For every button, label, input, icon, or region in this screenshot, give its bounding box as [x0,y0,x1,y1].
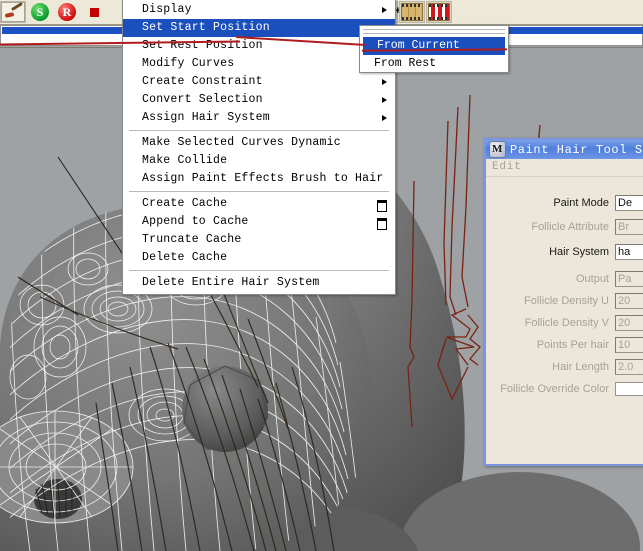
menu-item-delete-cache[interactable]: Delete Cache [123,249,395,267]
menu-item-display[interactable]: Display [123,1,395,19]
menu-item-label: Make Collide [142,154,228,167]
window-title-text: Paint Hair Tool S [510,142,643,157]
menu-item-label: Set Start Position [142,21,270,34]
smooth-s-icon[interactable]: S [27,1,53,23]
field-row-follicle-density-v: Follicle Density V 20 [486,313,643,333]
render-r-icon[interactable]: R [54,1,80,23]
menu-separator [129,191,389,192]
frame-icon[interactable] [399,1,425,23]
menu-item-assign-hair-system[interactable]: Assign Hair System [123,109,395,127]
menu-item-label: Delete Entire Hair System [142,276,320,289]
menu-item-delete-entire-hair-system[interactable]: Delete Entire Hair System [123,274,395,292]
menu-item-set-start-position[interactable]: Set Start Position [123,19,395,37]
field-row-follicle-override-color[interactable]: Follicle Override Color [486,379,643,399]
menu-item-label: Make Selected Curves Dynamic [142,136,341,149]
submenu-item-from-current[interactable]: From Current [363,37,505,55]
chevron-right-icon [382,79,387,85]
label-hair-system: Hair System [549,246,609,258]
menu-item-label: Convert Selection [142,93,263,106]
red-square-icon[interactable] [81,1,107,23]
field-row-paint-mode[interactable]: Paint Mode De [486,193,643,213]
input-points-per-hair: 10 [615,337,643,353]
field-row-hair-system[interactable]: Hair System ha [486,242,643,262]
paint-hair-tool-body: Paint Mode De Follicle Attribute Br Hair… [486,178,643,464]
paint-brush-icon[interactable] [0,1,26,23]
menu-item-assign-paint-effects-brush-to-hair[interactable]: Assign Paint Effects Brush to Hair [123,170,395,188]
paint-hair-tool-window[interactable]: M Paint Hair Tool S Edit Paint Mode De F… [484,138,643,466]
input-hair-length: 2.0 [615,359,643,375]
field-row-hair-length: Hair Length 2.0 [486,357,643,377]
input-hair-system[interactable]: ha [615,244,643,260]
menu-item-make-selected-curves-dynamic[interactable]: Make Selected Curves Dynamic [123,134,395,152]
menu-item-label: Display [142,3,192,16]
input-follicle-density-u: 20 [615,293,643,309]
red-bars-icon[interactable] [426,1,452,23]
option-box-icon[interactable] [377,200,387,212]
menu-edit-label: Edit [492,161,522,173]
menu-item-label: Modify Curves [142,57,235,70]
menu-item-label: Assign Hair System [142,111,270,124]
input-paint-mode[interactable]: De [615,195,643,211]
maya-app-icon: M [489,141,506,158]
menu-item-make-collide[interactable]: Make Collide [123,152,395,170]
color-swatch-follicle-override[interactable] [615,382,643,396]
menu-item-label: Create Cache [142,197,228,210]
application-window: S R + Display Set Start Position Set Res… [0,0,643,551]
menu-separator [129,130,389,131]
label-paint-mode: Paint Mode [553,197,609,209]
label-follicle-attribute: Follicle Attribute [531,221,609,233]
tear-off-handle[interactable] [363,29,505,34]
menu-item-convert-selection[interactable]: Convert Selection [123,91,395,109]
label-points-per-hair: Points Per hair [536,339,609,351]
menu-item-modify-curves[interactable]: Modify Curves [123,55,395,73]
field-row-follicle-density-u: Follicle Density U 20 [486,291,643,311]
label-follicle-density-v: Follicle Density V [524,317,609,329]
menu-item-create-constraint[interactable]: Create Constraint [123,73,395,91]
input-follicle-attribute: Br [615,219,643,235]
menu-item-label: Create Constraint [142,75,263,88]
chevron-right-icon [382,115,387,121]
label-hair-length: Hair Length [552,361,609,373]
menu-item-truncate-cache[interactable]: Truncate Cache [123,231,395,249]
menu-item-append-to-cache[interactable]: Append to Cache [123,213,395,231]
menu-item-set-rest-position[interactable]: Set Rest Position [123,37,395,55]
option-box-icon[interactable] [377,218,387,230]
field-row-points-per-hair: Points Per hair 10 [486,335,643,355]
field-row-follicle-attribute: Follicle Attribute Br [486,217,643,237]
label-follicle-override-color: Follicle Override Color [500,383,609,395]
input-output: Pa [615,271,643,287]
label-output: Output [575,273,609,285]
menu-separator [129,270,389,271]
menu-item-label: Delete Cache [142,251,228,264]
menu-item-label: Append to Cache [142,215,249,228]
menu-item-create-cache[interactable]: Create Cache [123,195,395,213]
window-menu-edit[interactable]: Edit [486,159,643,177]
label-follicle-density-u: Follicle Density U [524,295,609,307]
input-follicle-density-v: 20 [615,315,643,331]
chevron-right-icon [382,7,387,13]
window-title-bar[interactable]: M Paint Hair Tool S [486,140,643,159]
submenu-item-label: From Rest [374,57,437,70]
chevron-right-icon [382,97,387,103]
menu-item-label: Assign Paint Effects Brush to Hair [142,172,384,185]
field-row-output: Output Pa [486,269,643,289]
submenu-item-from-rest[interactable]: From Rest [360,55,508,73]
menu-item-label: Truncate Cache [142,233,242,246]
